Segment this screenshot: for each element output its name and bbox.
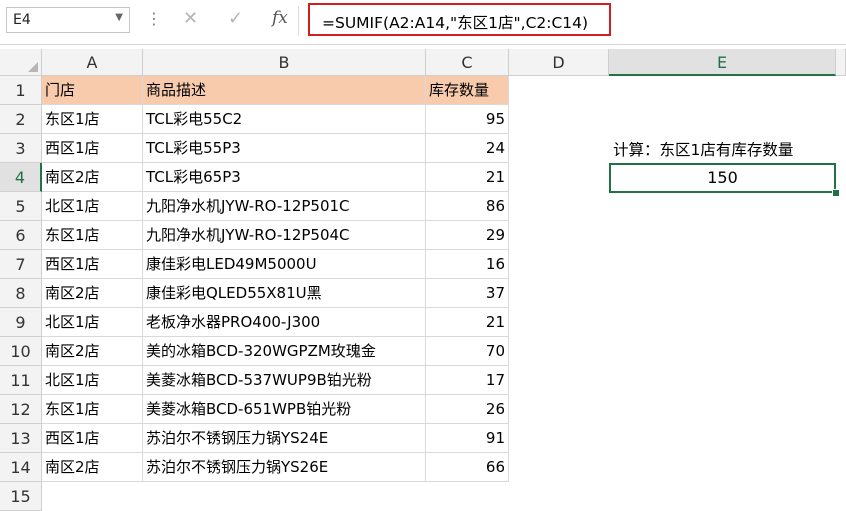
- row-header-9[interactable]: 9: [0, 308, 42, 337]
- table-cell[interactable]: 老板净水器PRO400-J300: [143, 308, 426, 337]
- calc-label: 计算：东区1店有库存数量: [613, 141, 794, 159]
- chevron-down-icon[interactable]: ▼: [115, 12, 123, 23]
- enter-icon[interactable]: ✓: [228, 8, 243, 29]
- row-header-3[interactable]: 3: [0, 134, 42, 163]
- table-cell[interactable]: 美的冰箱BCD-320WGPZM玫瑰金: [143, 337, 426, 366]
- table-cell[interactable]: 29: [426, 221, 509, 250]
- row-header-2[interactable]: 2: [0, 105, 42, 134]
- row-header-12[interactable]: 12: [0, 395, 42, 424]
- table-cell[interactable]: 九阳净水机JYW-RO-12P504C: [143, 221, 426, 250]
- table-cell[interactable]: 86: [426, 192, 509, 221]
- column-header-c[interactable]: C: [426, 49, 509, 76]
- table-header-cell[interactable]: 门店: [42, 76, 143, 105]
- table-cell[interactable]: 北区1店: [42, 366, 143, 395]
- table-cell[interactable]: 66: [426, 453, 509, 482]
- row-header-11[interactable]: 11: [0, 366, 42, 395]
- table-cell[interactable]: 南区2店: [42, 279, 143, 308]
- table-cell[interactable]: 37: [426, 279, 509, 308]
- select-all-triangle-icon: [28, 62, 38, 72]
- table-cell[interactable]: 苏泊尔不锈钢压力锅YS24E: [143, 424, 426, 453]
- table-cell[interactable]: 南区2店: [42, 453, 143, 482]
- table-cell[interactable]: 九阳净水机JYW-RO-12P501C: [143, 192, 426, 221]
- row-header-10[interactable]: 10: [0, 337, 42, 366]
- column-header-f[interactable]: [836, 49, 846, 76]
- table-cell[interactable]: 91: [426, 424, 509, 453]
- row-header-5[interactable]: 5: [0, 192, 42, 221]
- row-header-8[interactable]: 8: [0, 279, 42, 308]
- table-cell[interactable]: 北区1店: [42, 308, 143, 337]
- table-cell[interactable]: 95: [426, 105, 509, 134]
- table-cell[interactable]: 70: [426, 337, 509, 366]
- table-cell[interactable]: 东区1店: [42, 105, 143, 134]
- table-cell[interactable]: TCL彩电55P3: [143, 134, 426, 163]
- row-header-6[interactable]: 6: [0, 221, 42, 250]
- table-cell[interactable]: TCL彩电55C2: [143, 105, 426, 134]
- table-cell[interactable]: 南区2店: [42, 163, 143, 192]
- table-cell[interactable]: 21: [426, 308, 509, 337]
- formula-bar: E4 ▼ ⋮ ✕ ✓ fx =SUMIF(A2:A14,"东区1店",C2:C1…: [0, 0, 846, 45]
- formula-input[interactable]: =SUMIF(A2:A14,"东区1店",C2:C14): [322, 11, 588, 33]
- select-all-button[interactable]: [0, 49, 42, 76]
- fill-handle[interactable]: [832, 189, 840, 197]
- active-cell-e4[interactable]: 150: [609, 163, 836, 193]
- row-header-13[interactable]: 13: [0, 424, 42, 453]
- insert-function-icon[interactable]: fx: [272, 8, 288, 28]
- table-cell[interactable]: 北区1店: [42, 192, 143, 221]
- row-header-7[interactable]: 7: [0, 250, 42, 279]
- table-cell[interactable]: 17: [426, 366, 509, 395]
- table-cell[interactable]: 16: [426, 250, 509, 279]
- table-header-cell[interactable]: 库存数量: [426, 76, 509, 105]
- column-header-a[interactable]: A: [42, 49, 143, 76]
- name-box[interactable]: E4 ▼: [6, 7, 130, 33]
- column-header-d[interactable]: D: [509, 49, 609, 76]
- table-cell[interactable]: 美菱冰箱BCD-537WUP9B铂光粉: [143, 366, 426, 395]
- table-cell[interactable]: 康佳彩电LED49M5000U: [143, 250, 426, 279]
- column-header-e[interactable]: E: [609, 49, 836, 76]
- table-cell[interactable]: TCL彩电65P3: [143, 163, 426, 192]
- row-header-4[interactable]: 4: [0, 163, 42, 192]
- table-cell[interactable]: 26: [426, 395, 509, 424]
- table-cell[interactable]: 苏泊尔不锈钢压力锅YS26E: [143, 453, 426, 482]
- table-cell[interactable]: 东区1店: [42, 221, 143, 250]
- cancel-icon[interactable]: ✕: [183, 8, 198, 29]
- spreadsheet-grid[interactable]: 计算：东区1店有库存数量 150 A B C D E 1 2 3 4 5 6 7 8 9 10 11 12 13 1…: [0, 49, 846, 511]
- table-cell[interactable]: 西区1店: [42, 250, 143, 279]
- formula-bar-divider: [298, 6, 299, 36]
- table-cell[interactable]: 24: [426, 134, 509, 163]
- table-cell[interactable]: 康佳彩电QLED55X81U黑: [143, 279, 426, 308]
- table-cell[interactable]: 西区1店: [42, 134, 143, 163]
- table-cell[interactable]: 南区2店: [42, 337, 143, 366]
- name-box-value: E4: [13, 12, 31, 28]
- table-cell[interactable]: 21: [426, 163, 509, 192]
- row-header-14[interactable]: 14: [0, 453, 42, 482]
- row-header-1[interactable]: 1: [0, 76, 42, 105]
- table-cell[interactable]: 美菱冰箱BCD-651WPB铂光粉: [143, 395, 426, 424]
- table-header-cell[interactable]: 商品描述: [143, 76, 426, 105]
- more-options-icon[interactable]: ⋮: [146, 9, 162, 28]
- table-cell[interactable]: 西区1店: [42, 424, 143, 453]
- table-cell[interactable]: 东区1店: [42, 395, 143, 424]
- column-header-b[interactable]: B: [143, 49, 426, 76]
